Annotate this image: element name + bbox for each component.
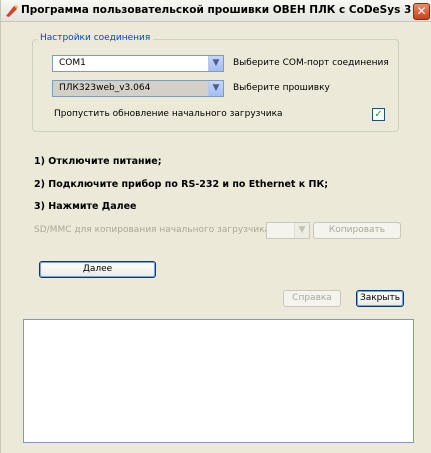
com-port-value: COM1 [59,58,86,68]
close-icon: ✕ [416,4,427,18]
step-2-text: 2) Подключите прибор по RS-232 и по Ethe… [34,179,329,190]
connection-settings-label: Настройки соединения [37,33,154,43]
close-window-button[interactable]: ✕ [413,3,430,20]
checkmark-icon: ✓ [374,109,383,120]
step-3-text: 3) Нажмите Далее [34,201,137,212]
app-icon [5,4,19,18]
title-bar[interactable]: Программа пользовательской прошивки ОВЕН… [1,0,431,22]
dialog-window: Программа пользовательской прошивки ОВЕН… [0,0,431,453]
close-button[interactable]: Закрыть [356,290,404,307]
copy-button[interactable]: Копировать [313,222,401,239]
step-1-text: 1) Отключите питание; [34,156,162,167]
skip-bootloader-checkbox[interactable]: ✓ [372,108,385,121]
window-title: Программа пользовательской прошивки ОВЕН… [21,4,412,16]
chevron-down-icon[interactable]: ▼ [294,223,309,238]
help-button[interactable]: Справка [283,290,341,307]
firmware-label: Выберите прошивку [233,83,330,93]
com-port-label: Выберите COM-порт соединения [233,58,389,68]
com-port-select[interactable]: COM1 ▼ [52,55,224,72]
log-output[interactable] [23,319,414,443]
next-button[interactable]: Далее [39,261,156,278]
chevron-down-icon[interactable]: ▼ [208,56,223,71]
sdmmc-label: SD/MMC для копирования начального загруз… [34,225,271,235]
sdmmc-select[interactable]: ▼ [266,222,310,239]
skip-bootloader-label: Пропустить обновление начального загрузч… [54,109,283,119]
firmware-value: ПЛК323web_v3.064 [59,83,151,93]
chevron-down-icon[interactable]: ▼ [208,81,223,96]
firmware-select[interactable]: ПЛК323web_v3.064 ▼ [52,80,224,97]
